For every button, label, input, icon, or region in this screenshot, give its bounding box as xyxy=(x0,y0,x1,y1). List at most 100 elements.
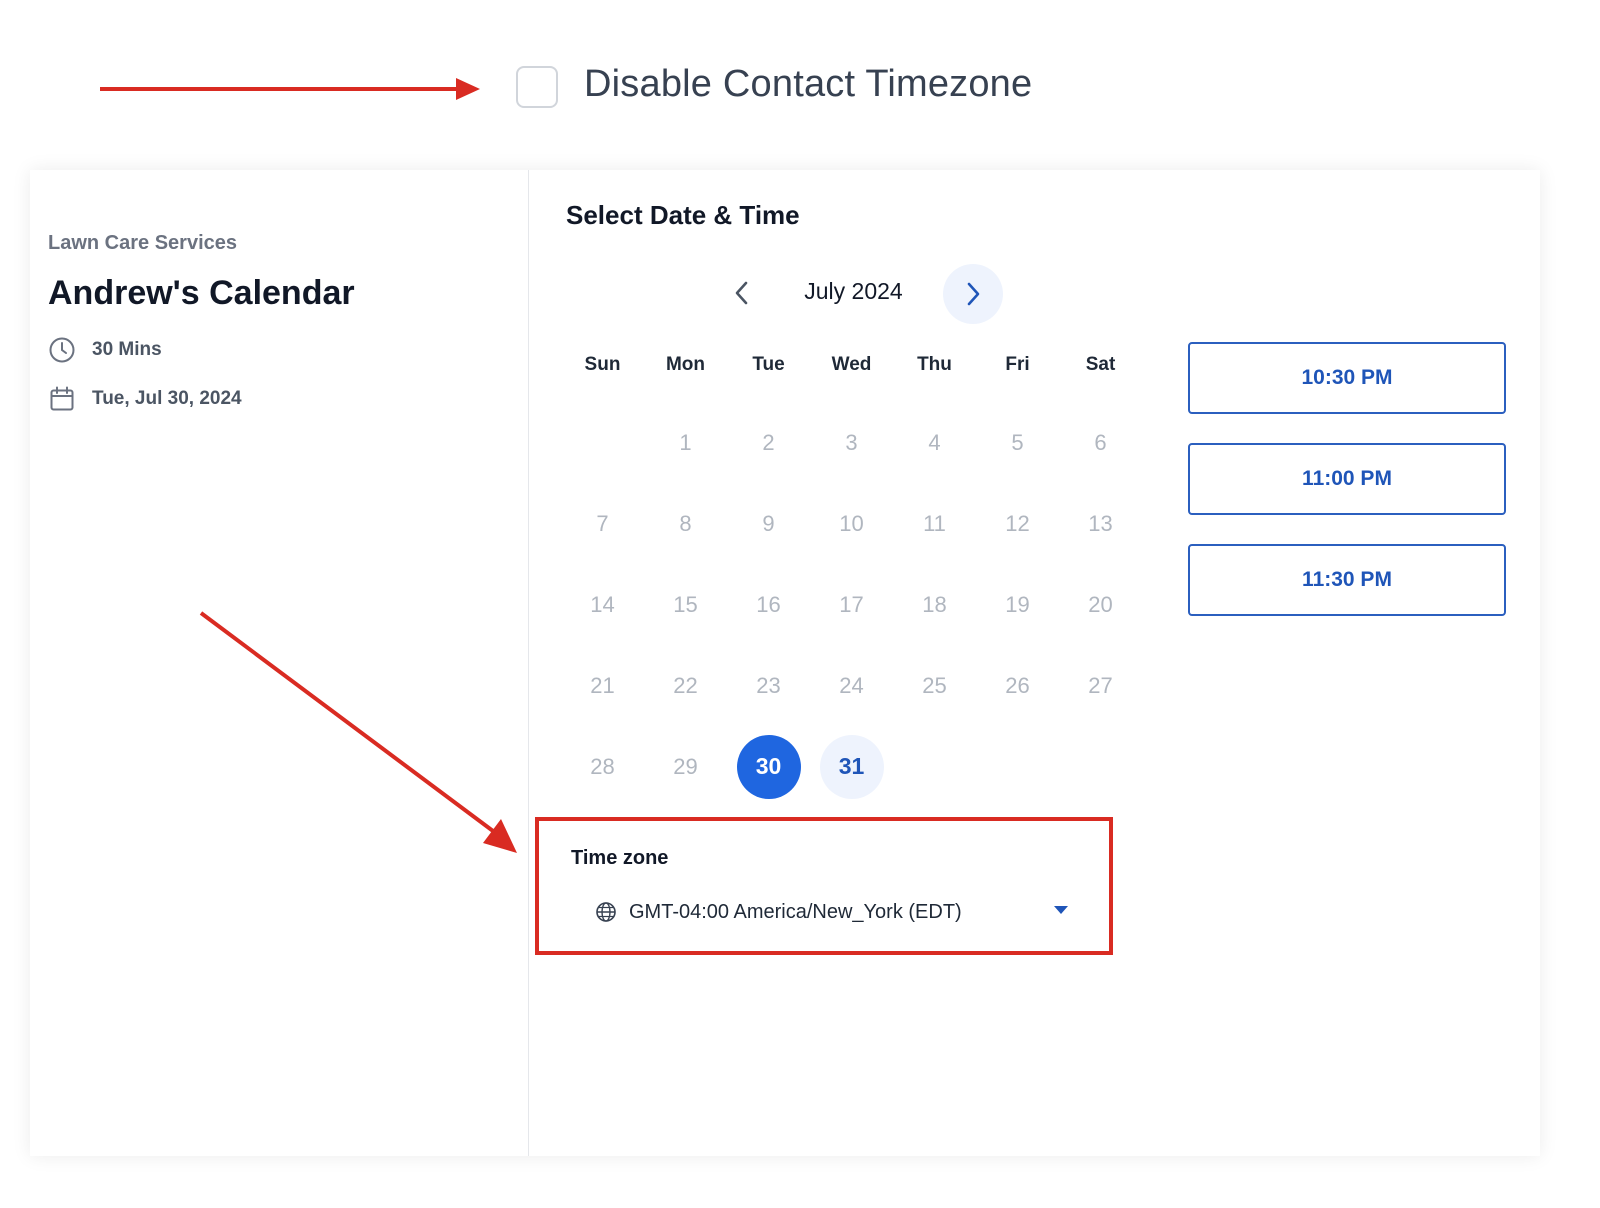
day-number: 19 xyxy=(1005,591,1030,617)
day-number: 6 xyxy=(1094,429,1107,455)
day-number: 28 xyxy=(590,753,615,779)
day-number: 11 xyxy=(923,510,946,536)
calendar-day: 9 xyxy=(727,483,810,564)
day-number: 7 xyxy=(596,510,609,536)
day-number: 5 xyxy=(1011,429,1024,455)
month-label: July 2024 xyxy=(804,278,903,304)
calendar-day: 24 xyxy=(810,645,893,726)
day-number: 12 xyxy=(1005,510,1030,536)
day-number: 9 xyxy=(762,510,775,536)
calendar-day: 10 xyxy=(810,483,893,564)
calendar-day: 17 xyxy=(810,564,893,645)
day-number: 16 xyxy=(756,591,781,617)
day-number: 3 xyxy=(845,429,858,455)
annotation-arrow-right xyxy=(100,78,480,100)
timezone-select[interactable]: GMT-04:00 America/New_York (EDT) xyxy=(595,897,1075,927)
calendar-day: 7 xyxy=(561,483,644,564)
day-number: 31 xyxy=(819,734,884,799)
calendar-day: 4 xyxy=(893,402,976,483)
calendar-day: 21 xyxy=(561,645,644,726)
chevron-left-icon xyxy=(735,281,748,305)
date-text: Tue, Jul 30, 2024 xyxy=(92,388,242,409)
calendar-day: 11 xyxy=(893,483,976,564)
disable-contact-timezone-label: Disable Contact Timezone xyxy=(584,63,1033,105)
day-number: 23 xyxy=(756,672,781,698)
month-navigation: July 2024 xyxy=(529,264,1540,324)
date-time-panel: Select Date & Time July 2024 Sun Mon Tue We… xyxy=(529,170,1540,1156)
annotation-arrow-diagonal xyxy=(199,611,517,853)
time-slot-list: 10:30 PM 11:00 PM 11:30 PM xyxy=(1188,342,1506,645)
time-slot-button[interactable]: 10:30 PM xyxy=(1188,342,1506,414)
weekday-label: Tue xyxy=(752,354,785,375)
time-slot-button[interactable]: 11:00 PM xyxy=(1188,443,1506,515)
clock-icon xyxy=(49,337,75,363)
calendar-day: 23 xyxy=(727,645,810,726)
meeting-date: Tue, Jul 30, 2024 xyxy=(48,385,242,413)
day-number: 2 xyxy=(762,429,775,455)
company-name: Lawn Care Services xyxy=(48,232,237,254)
calendar-day: 8 xyxy=(644,483,727,564)
day-number: 10 xyxy=(839,510,864,536)
day-number: 27 xyxy=(1088,672,1113,698)
day-number: 21 xyxy=(590,672,615,698)
calendar-day: 12 xyxy=(976,483,1059,564)
day-number: 25 xyxy=(922,672,947,698)
calendar-day: 1 xyxy=(644,402,727,483)
calendar-day: 19 xyxy=(976,564,1059,645)
calendar-days-grid: 1 2 3 4 5 6 7 8 9 10 11 12 13 14 15 16 17 18 19 20 21 22 23 24 2… xyxy=(561,402,1142,807)
day-number: 13 xyxy=(1088,510,1113,536)
weekday-label: Fri xyxy=(1005,354,1030,375)
disable-contact-timezone-checkbox[interactable] xyxy=(516,66,558,108)
duration-text: 30 Mins xyxy=(92,339,162,360)
calendar-day: 2 xyxy=(727,402,810,483)
timezone-value: GMT-04:00 America/New_York (EDT) xyxy=(629,900,962,923)
day-number: 4 xyxy=(928,429,941,455)
weekday-label: Sun xyxy=(584,354,621,375)
weekday-label: Thu xyxy=(917,354,952,375)
calendar-title: Andrew's Calendar xyxy=(48,274,355,312)
calendar-day: 16 xyxy=(727,564,810,645)
globe-icon xyxy=(596,902,616,922)
calendar-day: 25 xyxy=(893,645,976,726)
next-month-button[interactable] xyxy=(943,264,1003,324)
day-number: 8 xyxy=(679,510,692,536)
calendar-day: 22 xyxy=(644,645,727,726)
calendar-day: 14 xyxy=(561,564,644,645)
calendar-day: 28 xyxy=(561,726,644,807)
day-number: 20 xyxy=(1088,591,1113,617)
day-number: 15 xyxy=(673,591,698,617)
meeting-duration: 30 Mins xyxy=(48,336,162,364)
day-number: 18 xyxy=(922,591,947,617)
section-title: Select Date & Time xyxy=(566,200,800,230)
time-slot-button[interactable]: 11:30 PM xyxy=(1188,544,1506,616)
day-number: 29 xyxy=(673,753,698,779)
day-number: 22 xyxy=(673,672,698,698)
calendar-day: 29 xyxy=(644,726,727,807)
timezone-highlight: Time zone GMT-04:00 America/New_York (ED… xyxy=(535,817,1113,955)
day-number xyxy=(571,411,635,475)
day-number: 1 xyxy=(679,429,692,455)
chevron-right-icon xyxy=(967,282,980,306)
weekday-label: Wed xyxy=(831,354,872,375)
selected-day[interactable]: 30 xyxy=(727,726,810,807)
day-number: 14 xyxy=(590,591,615,617)
caret-down-icon xyxy=(1054,906,1068,914)
weekday-header: Sun Mon Tue Wed Thu Fri Sat xyxy=(561,354,1142,376)
calendar-day[interactable]: 31 xyxy=(810,726,893,807)
calendar-day: 15 xyxy=(644,564,727,645)
calendar-day: 3 xyxy=(810,402,893,483)
day-number: 26 xyxy=(1005,672,1030,698)
empty-day-cell xyxy=(561,402,644,483)
day-number: 17 xyxy=(839,591,864,617)
weekday-label: Sat xyxy=(1085,354,1116,375)
prev-month-button[interactable] xyxy=(727,278,757,308)
calendar-day: 6 xyxy=(1059,402,1142,483)
calendar-day: 27 xyxy=(1059,645,1142,726)
day-number: 24 xyxy=(839,672,864,698)
calendar-icon xyxy=(50,386,74,411)
weekday-label: Mon xyxy=(665,354,706,375)
calendar-day: 20 xyxy=(1059,564,1142,645)
timezone-label: Time zone xyxy=(571,847,669,869)
calendar-day: 13 xyxy=(1059,483,1142,564)
calendar-day: 26 xyxy=(976,645,1059,726)
